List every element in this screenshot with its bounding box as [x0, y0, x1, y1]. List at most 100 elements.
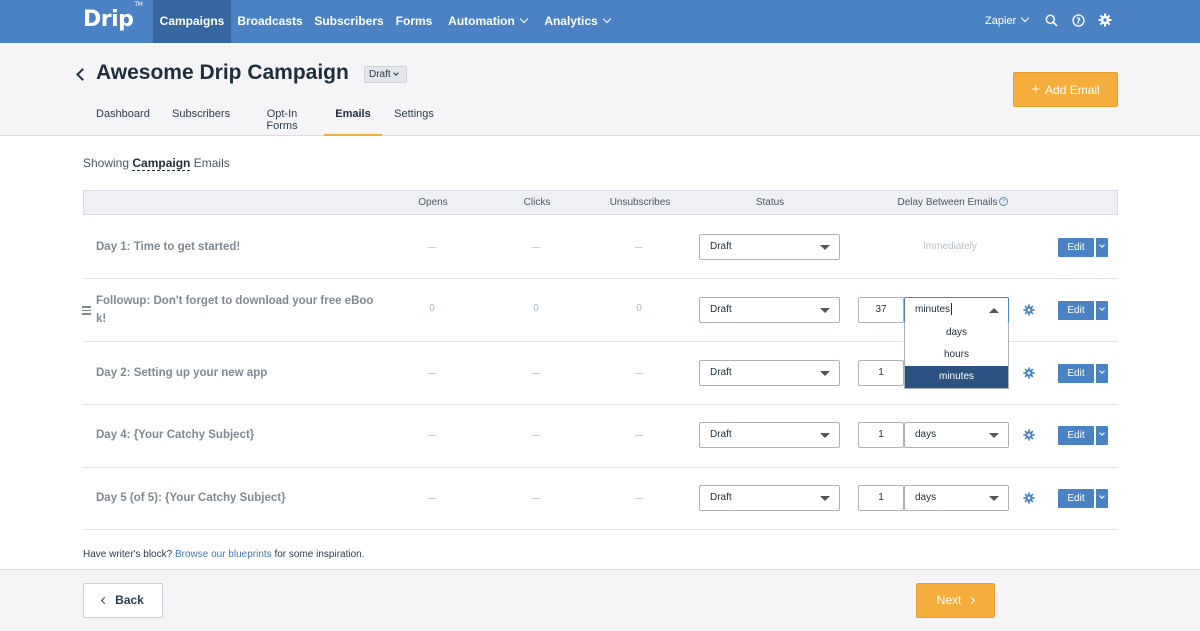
nav-label: Forms [395, 14, 433, 28]
email-subject[interactable]: Day 1: Time to get started! [96, 238, 240, 256]
edit-button[interactable]: Edit [1058, 489, 1094, 508]
back-label: Back [115, 593, 144, 607]
tab-emails[interactable]: Emails [324, 108, 382, 136]
gear-icon[interactable] [1023, 367, 1035, 379]
nav-label: Broadcasts [237, 14, 303, 28]
svg-text:?: ? [1002, 199, 1005, 206]
status-badge[interactable]: Draft [364, 66, 407, 83]
plus-icon: + [1031, 81, 1041, 98]
clicks-empty [532, 498, 540, 499]
column-clicks: Clicks [523, 197, 551, 208]
status-value: Draft [710, 367, 732, 378]
gear-icon[interactable] [1023, 304, 1035, 316]
drip-logo[interactable]: DripTM [83, 1, 143, 32]
edit-options-button[interactable] [1095, 238, 1108, 257]
showing-filter-toggle[interactable]: Campaign [132, 156, 191, 171]
edit-button[interactable]: Edit [1058, 364, 1094, 383]
blueprints-link[interactable]: Browse our blueprints [175, 549, 272, 560]
edit-options-button[interactable] [1095, 489, 1108, 508]
status-value: Draft [710, 304, 732, 315]
email-subject[interactable]: Day 5 (of 5): {Your Catchy Subject} [96, 489, 286, 507]
tab-subscribers[interactable]: Subscribers [172, 108, 230, 136]
dropdown-option-days[interactable]: days [905, 322, 1008, 344]
dropdown-option-minutes[interactable]: minutes [905, 366, 1008, 388]
delay-unit-select[interactable]: minutes [904, 297, 1009, 323]
edit-button[interactable]: Edit [1058, 238, 1094, 257]
delay-unit-value: days [915, 429, 937, 440]
dropdown-arrow-icon [820, 371, 830, 376]
clicks-empty [532, 373, 540, 374]
showing-filter: Showing Campaign Emails [83, 156, 230, 171]
opens-empty [428, 247, 436, 248]
footer-bar [0, 569, 1200, 631]
clicks-empty [532, 435, 540, 436]
next-button[interactable]: Next [916, 583, 995, 618]
dropdown-arrow-icon [820, 433, 830, 438]
next-label: Next [936, 593, 962, 607]
tab-opt-in-forms[interactable]: Opt-In Forms [252, 108, 312, 136]
gear-icon[interactable] [1023, 492, 1035, 504]
delay-unit-select[interactable]: days [904, 422, 1009, 448]
edit-options-button[interactable] [1095, 301, 1108, 320]
email-subject[interactable]: Followup: Don't forget to download your … [96, 292, 373, 328]
delay-amount-input[interactable]: 37 [858, 297, 904, 323]
delay-unit-value: days [915, 492, 937, 503]
dropdown-option-hours[interactable]: hours [905, 344, 1008, 366]
tab-dashboard[interactable]: Dashboard [96, 108, 150, 136]
delay-unit-dropdown: days hours minutes [904, 322, 1009, 389]
status-select[interactable]: Draft [699, 485, 840, 511]
nav-broadcasts[interactable]: Broadcasts [231, 0, 309, 43]
unsubscribes-count: 0 [636, 303, 642, 314]
search-icon[interactable] [1045, 14, 1058, 27]
delay-amount-input[interactable]: 1 [858, 360, 904, 386]
status-select[interactable]: Draft [699, 234, 840, 260]
nav-automation[interactable]: Automation [440, 0, 535, 43]
blueprint-suffix: for some inspiration. [274, 549, 365, 560]
help-icon[interactable]: ? [1072, 14, 1085, 27]
help-icon[interactable]: ? [999, 197, 1008, 206]
edit-button[interactable]: Edit [1058, 301, 1094, 320]
page-title: Awesome Drip Campaign [96, 61, 349, 84]
dropdown-arrow-icon [820, 308, 830, 313]
status-select[interactable]: Draft [699, 422, 840, 448]
email-subject-line: k! [96, 313, 107, 325]
text-cursor [951, 303, 953, 316]
tab-settings[interactable]: Settings [394, 108, 434, 136]
email-subject[interactable]: Day 4: {Your Catchy Subject} [96, 426, 254, 444]
chevron-down-icon [519, 14, 529, 24]
dropdown-arrow-icon [820, 496, 830, 501]
status-value: Draft [710, 241, 732, 252]
add-email-button[interactable]: + Add Email [1013, 72, 1118, 107]
nav-campaigns[interactable]: Campaigns [153, 0, 231, 43]
delay-unit-select[interactable]: days [904, 485, 1009, 511]
svg-text:?: ? [1076, 17, 1081, 26]
blueprint-prefix: Have writer's block? [83, 549, 173, 560]
delay-unit-value: minutes [915, 304, 951, 315]
dropdown-arrow-icon [989, 496, 999, 501]
column-status: Status [755, 197, 785, 208]
edit-options-button[interactable] [1095, 364, 1108, 383]
nav-forms[interactable]: Forms [389, 0, 439, 43]
status-select[interactable]: Draft [699, 360, 840, 386]
delay-amount-input[interactable]: 1 [858, 485, 904, 511]
edit-button[interactable]: Edit [1058, 426, 1094, 445]
nav-subscribers[interactable]: Subscribers [309, 0, 389, 43]
back-button[interactable]: Back [83, 583, 163, 618]
dropdown-arrow-up-icon [989, 308, 999, 313]
email-subject[interactable]: Day 2: Setting up your new app [96, 364, 267, 382]
nav-analytics[interactable]: Analytics [537, 0, 617, 43]
status-value: Draft [710, 492, 732, 503]
opens-empty [428, 498, 436, 499]
status-select[interactable]: Draft [699, 297, 840, 323]
account-name: Zapier [985, 15, 1017, 27]
nav-label: Subscribers [314, 14, 384, 28]
delay-amount-input[interactable]: 1 [858, 422, 904, 448]
dropdown-arrow-icon [820, 245, 830, 250]
column-unsubscribes: Unsubscribes [609, 197, 671, 208]
unsubscribes-empty [635, 498, 643, 499]
edit-options-button[interactable] [1095, 426, 1108, 445]
unsubscribes-empty [635, 373, 643, 374]
gear-icon[interactable] [1098, 13, 1112, 27]
account-menu[interactable]: Zapier [985, 0, 1030, 43]
gear-icon[interactable] [1023, 429, 1035, 441]
